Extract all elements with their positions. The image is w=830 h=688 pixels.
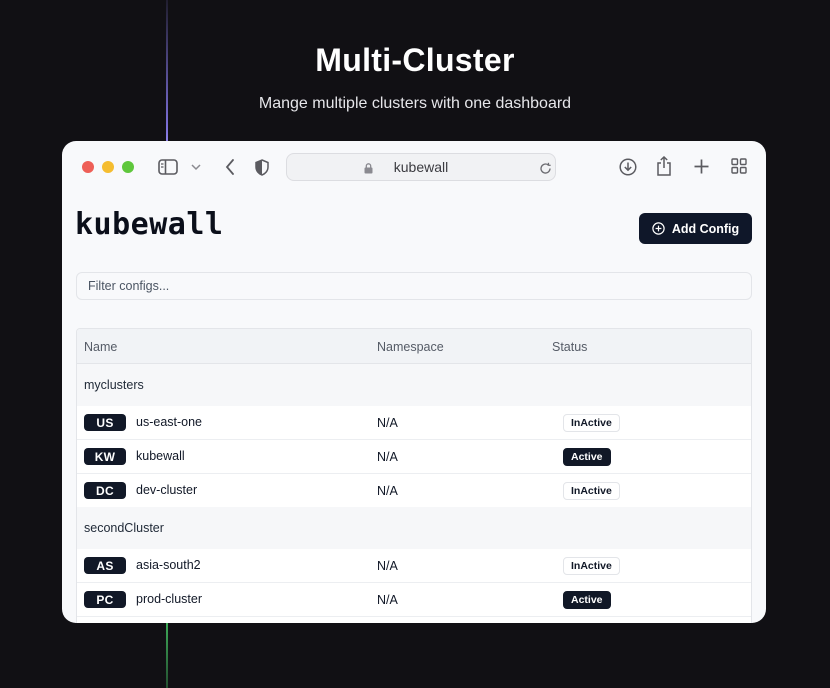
cluster-name[interactable]: asia-south2 [136,558,201,572]
download-icon[interactable] [618,157,637,176]
hero-title: Multi-Cluster [315,42,515,78]
filter-placeholder: Filter configs... [88,279,170,293]
status-badge: InActive [563,414,620,432]
cluster-namespace: N/A [377,450,398,464]
cluster-namespace: N/A [377,559,398,573]
cluster-badge: US [84,414,126,431]
app-brand: kubewall [75,207,224,242]
cluster-badge: KW [84,448,126,465]
status-badge: Active [563,448,611,466]
cluster-name[interactable]: kubewall [136,449,185,463]
status-badge: InActive [563,482,620,500]
cluster-name[interactable]: us-east-one [136,415,202,429]
plus-icon[interactable] [693,158,709,174]
back-icon[interactable] [222,157,238,177]
chevron-down-icon[interactable] [190,161,202,173]
status-badge: InActive [563,557,620,575]
browser-window: kubewall kubewall Add Config Filter conf… [62,141,766,623]
table-row[interactable]: US us-east-one N/A InActive [77,406,751,440]
share-icon[interactable] [655,155,673,177]
minimize-window-button[interactable] [102,161,114,173]
column-header-name[interactable]: Name [84,340,117,354]
shield-icon[interactable] [254,158,270,176]
group-row: secondCluster [77,507,751,549]
cluster-name[interactable]: prod-cluster [136,592,202,606]
column-header-namespace[interactable]: Namespace [377,340,444,354]
cluster-badge: AS [84,557,126,574]
table-header: Name Namespace Status [77,329,751,364]
group-name: myclusters [84,378,144,392]
url-text: kubewall [393,159,449,175]
tabs-grid-icon[interactable] [731,158,747,174]
reload-icon[interactable] [538,161,552,175]
add-config-button[interactable]: Add Config [639,213,752,244]
group-row: myclusters [77,364,751,406]
add-config-label: Add Config [671,221,740,236]
hero-subtitle: Mange multiple clusters with one dashboa… [258,95,572,112]
cluster-name[interactable]: dev-cluster [136,483,197,497]
plus-circle-icon [652,222,665,235]
cluster-namespace: N/A [377,416,398,430]
table-row[interactable]: DC dev-cluster N/A InActive [77,474,751,508]
status-badge: Active [563,591,611,609]
cluster-namespace: N/A [377,593,398,607]
filter-configs-input[interactable]: Filter configs... [76,272,752,300]
cluster-namespace: N/A [377,484,398,498]
group-name: secondCluster [84,521,164,535]
table-row[interactable]: AS asia-south2 N/A InActive [77,549,751,583]
accent-line-bottom [166,620,168,688]
maximize-window-button[interactable] [122,161,134,173]
column-header-status[interactable]: Status [552,340,587,354]
cluster-badge: PC [84,591,126,608]
cluster-badge: DC [84,482,126,499]
address-bar[interactable]: kubewall [286,153,556,181]
table-row[interactable]: KW kubewall N/A Active [77,440,751,474]
close-window-button[interactable] [82,161,94,173]
browser-toolbar: kubewall [62,141,766,193]
table-row[interactable]: PC prod-cluster N/A Active [77,583,751,617]
sidebar-icon[interactable] [158,158,178,176]
configs-table: Name Namespace Status myclusters US us-e… [76,328,752,623]
